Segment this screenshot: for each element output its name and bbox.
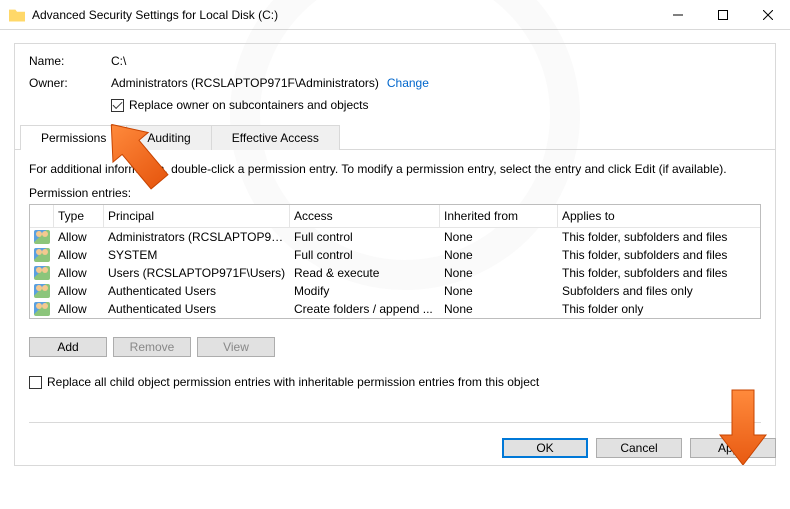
column-principal[interactable]: Principal — [104, 205, 290, 227]
cell-access: Full control — [290, 229, 440, 245]
cell-type: Allow — [54, 283, 104, 299]
cell-inherited: None — [440, 283, 558, 299]
cell-type: Allow — [54, 229, 104, 245]
cell-principal: Administrators (RCSLAPTOP971... — [104, 229, 290, 245]
column-access[interactable]: Access — [290, 205, 440, 227]
table-row[interactable]: AllowAdministrators (RCSLAPTOP971...Full… — [30, 228, 760, 246]
table-header: Type Principal Access Inherited from App… — [30, 205, 760, 228]
name-value: C:\ — [111, 54, 126, 68]
name-label: Name: — [29, 54, 111, 68]
replace-owner-label: Replace owner on subcontainers and objec… — [129, 98, 368, 112]
cell-access: Read & execute — [290, 265, 440, 281]
column-type[interactable]: Type — [54, 205, 104, 227]
view-button[interactable]: View — [197, 337, 275, 357]
users-icon — [34, 284, 50, 298]
cell-principal: Authenticated Users — [104, 301, 290, 317]
table-row[interactable]: AllowSYSTEMFull controlNoneThis folder, … — [30, 246, 760, 264]
column-applies[interactable]: Applies to — [558, 205, 760, 227]
cell-type: Allow — [54, 247, 104, 263]
column-blank[interactable] — [30, 205, 54, 227]
folder-icon — [9, 8, 25, 22]
owner-label: Owner: — [29, 76, 111, 90]
users-icon — [34, 230, 50, 244]
cell-principal: Authenticated Users — [104, 283, 290, 299]
cell-access: Create folders / append ... — [290, 301, 440, 317]
divider — [29, 422, 761, 423]
cell-applies: This folder, subfolders and files — [558, 229, 760, 245]
ok-button[interactable]: OK — [502, 438, 588, 458]
cell-applies: This folder only — [558, 301, 760, 317]
permissions-table: Type Principal Access Inherited from App… — [29, 204, 761, 319]
close-button[interactable] — [745, 0, 790, 30]
cell-applies: This folder, subfolders and files — [558, 265, 760, 281]
cell-access: Modify — [290, 283, 440, 299]
minimize-button[interactable] — [655, 0, 700, 30]
cell-inherited: None — [440, 265, 558, 281]
cancel-button[interactable]: Cancel — [596, 438, 682, 458]
table-row[interactable]: AllowAuthenticated UsersCreate folders /… — [30, 300, 760, 318]
cell-applies: Subfolders and files only — [558, 283, 760, 299]
table-row[interactable]: AllowUsers (RCSLAPTOP971F\Users)Read & e… — [30, 264, 760, 282]
users-icon — [34, 266, 50, 280]
cell-inherited: None — [440, 229, 558, 245]
users-icon — [34, 302, 50, 316]
content-panel: Name: C:\ Owner: Administrators (RCSLAPT… — [14, 43, 776, 466]
column-inherited[interactable]: Inherited from — [440, 205, 558, 227]
cell-access: Full control — [290, 247, 440, 263]
table-row[interactable]: AllowAuthenticated UsersModifyNoneSubfol… — [30, 282, 760, 300]
remove-button[interactable]: Remove — [113, 337, 191, 357]
maximize-button[interactable] — [700, 0, 745, 30]
cell-inherited: None — [440, 301, 558, 317]
replace-all-checkbox[interactable] — [29, 376, 42, 389]
cell-principal: SYSTEM — [104, 247, 290, 263]
add-button[interactable]: Add — [29, 337, 107, 357]
cell-type: Allow — [54, 301, 104, 317]
replace-owner-checkbox[interactable] — [111, 99, 124, 112]
tab-effective-access[interactable]: Effective Access — [211, 125, 340, 150]
cell-inherited: None — [440, 247, 558, 263]
replace-all-label: Replace all child object permission entr… — [47, 375, 539, 389]
cell-applies: This folder, subfolders and files — [558, 247, 760, 263]
change-owner-link[interactable]: Change — [387, 76, 429, 90]
cell-type: Allow — [54, 265, 104, 281]
owner-value: Administrators (RCSLAPTOP971F\Administra… — [111, 76, 379, 90]
annotation-arrow-icon — [716, 385, 770, 465]
cell-principal: Users (RCSLAPTOP971F\Users) — [104, 265, 290, 281]
users-icon — [34, 248, 50, 262]
